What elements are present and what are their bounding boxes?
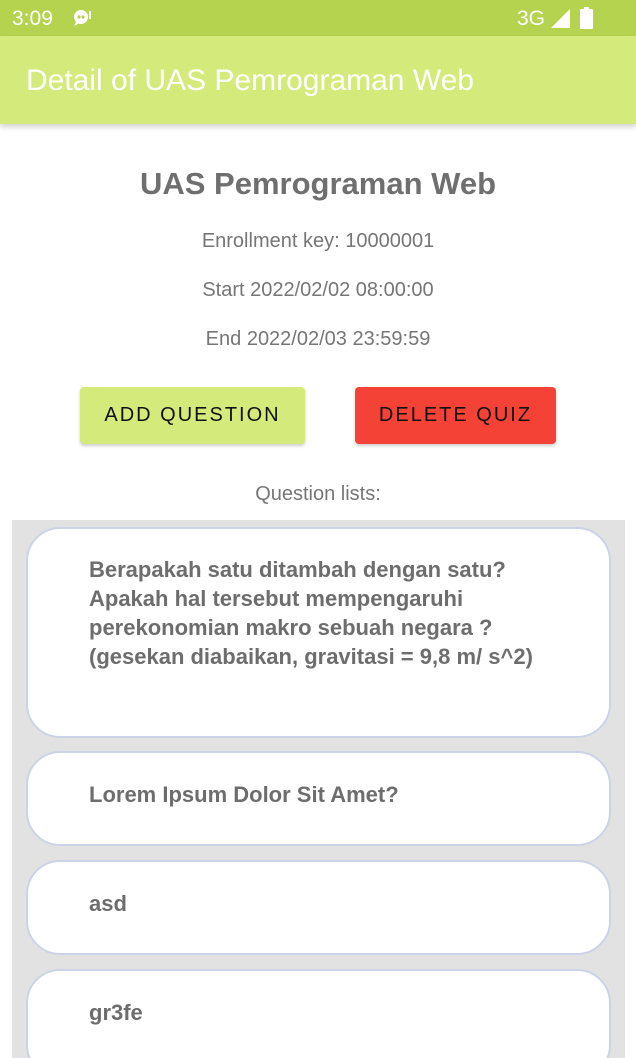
status-bar: 3:09 3G <box>0 0 636 36</box>
network-type: 3G <box>517 7 546 30</box>
end-time: End 2022/02/03 23:59:59 <box>205 328 431 350</box>
signal-icon <box>551 9 571 35</box>
enrollment-key: Enrollment key: 10000001 <box>201 230 435 252</box>
status-time: 3:09 <box>12 7 53 30</box>
question-card[interactable]: Lorem Ipsum Dolor Sit Amet? <box>26 751 611 846</box>
question-text: gr3fe <box>89 1000 143 1025</box>
app-title: Detail of UAS Pemrograman Web <box>26 64 474 97</box>
battery-icon <box>580 7 593 35</box>
quiz-title: UAS Pemrograman Web <box>139 166 496 201</box>
start-time: Start 2022/02/02 08:00:00 <box>202 279 434 301</box>
notification-icon <box>72 9 92 33</box>
question-card[interactable]: gr3fe <box>26 969 611 1058</box>
app-bar: Detail of UAS Pemrograman Web <box>0 36 636 124</box>
question-card[interactable]: Berapakah satu ditambah dengan satu? Apa… <box>26 527 611 738</box>
question-list[interactable]: Berapakah satu ditambah dengan satu? Apa… <box>12 520 625 1058</box>
question-text: Lorem Ipsum Dolor Sit Amet? <box>89 782 399 807</box>
question-list-label: Question lists: <box>255 483 381 505</box>
question-card[interactable]: asd <box>26 860 611 955</box>
add-question-button[interactable]: ADD QUESTION <box>80 387 305 444</box>
question-text: Berapakah satu ditambah dengan satu? Apa… <box>89 557 533 669</box>
delete-quiz-button[interactable]: DELETE QUIZ <box>355 387 556 444</box>
question-text: asd <box>89 891 127 916</box>
